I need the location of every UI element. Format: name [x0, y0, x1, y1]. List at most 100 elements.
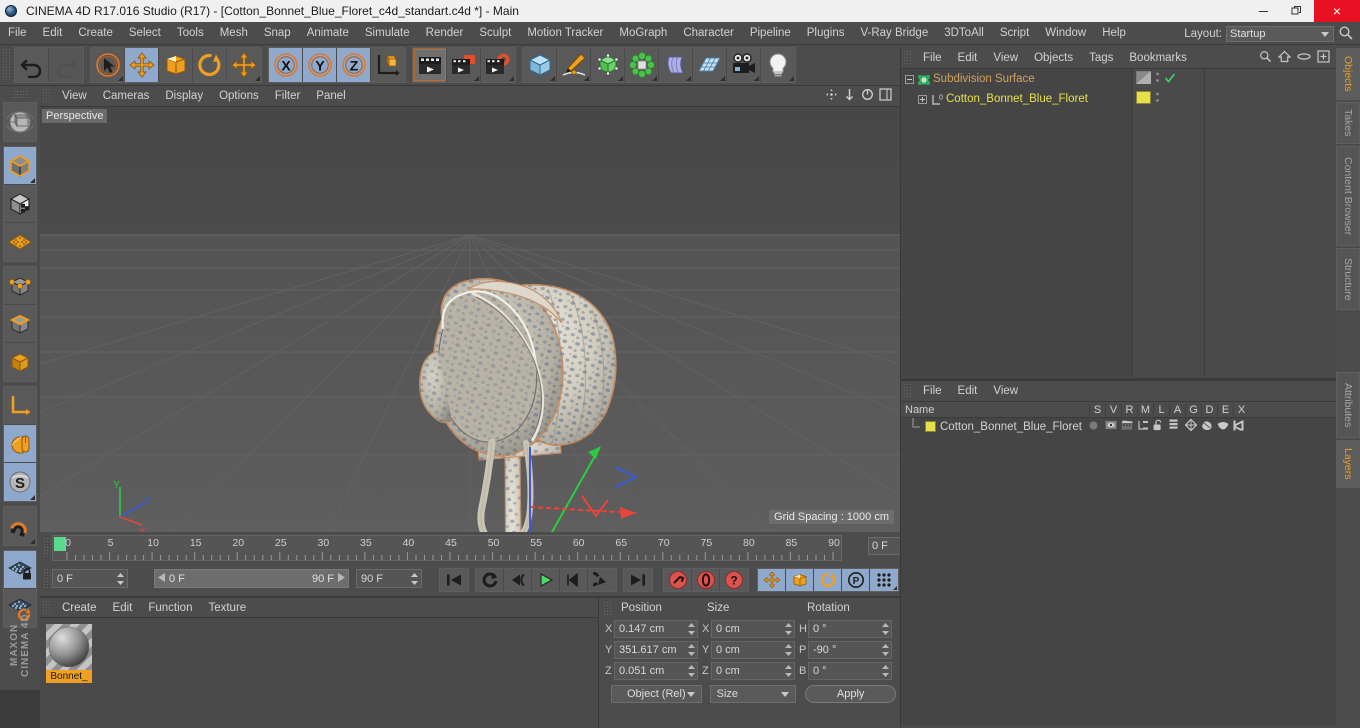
- menu-item-select[interactable]: Select: [121, 22, 169, 45]
- apply-button[interactable]: Apply: [805, 685, 896, 703]
- material-item[interactable]: Bonnet_: [46, 624, 92, 683]
- object-menu-objects[interactable]: Objects: [1026, 48, 1081, 69]
- deformer-icon[interactable]: [1201, 420, 1217, 434]
- menu-item-3dtoall[interactable]: 3DToAll: [936, 22, 992, 45]
- xref-icon[interactable]: [1233, 420, 1249, 434]
- menu-item-vray-bridge[interactable]: V-Ray Bridge: [852, 22, 936, 45]
- render-clapper-icon[interactable]: [1121, 420, 1137, 434]
- add-layer-icon[interactable]: [1317, 50, 1330, 66]
- key-parameter-icon[interactable]: P: [842, 569, 870, 591]
- coord-position-z-field[interactable]: 0.051 cm: [614, 662, 698, 680]
- coord-rotation-b-field[interactable]: 0 °: [808, 662, 892, 680]
- menu-item-render[interactable]: Render: [418, 22, 472, 45]
- object-layer-column[interactable]: [1205, 69, 1337, 377]
- vtab-attributes[interactable]: Attributes: [1336, 372, 1360, 438]
- object-row-subdivision-surface[interactable]: Subdivision Surface: [901, 69, 1132, 89]
- layer-col-s[interactable]: S: [1089, 403, 1105, 416]
- pen-spline-icon[interactable]: [557, 48, 591, 82]
- layer-col-g[interactable]: G: [1185, 403, 1201, 416]
- generator-icon[interactable]: [1184, 418, 1201, 434]
- material-manager-body[interactable]: Bonnet_: [40, 618, 598, 728]
- menu-item-help[interactable]: Help: [1094, 22, 1134, 45]
- material-menu-texture[interactable]: Texture: [200, 598, 254, 618]
- toolbar-grip[interactable]: [2, 48, 12, 82]
- viewport-3d[interactable]: Perspective Grid Spacing : 1000 cm Y Z: [40, 107, 900, 532]
- go-to-start-icon[interactable]: [440, 569, 468, 591]
- zoom-camera-icon[interactable]: [843, 88, 856, 104]
- layer-manager-grip[interactable]: [903, 383, 913, 399]
- mograph-cloner-icon[interactable]: [625, 48, 659, 82]
- vtab-takes[interactable]: Takes: [1336, 102, 1360, 144]
- layer-menu-edit[interactable]: Edit: [950, 381, 986, 402]
- panel-layout-icon[interactable]: [879, 88, 892, 104]
- menu-item-script[interactable]: Script: [992, 22, 1037, 45]
- polygons-mode-icon[interactable]: [4, 343, 36, 381]
- keyframe-selection-icon[interactable]: ?: [720, 569, 748, 591]
- rotate-icon[interactable]: [193, 48, 227, 82]
- range-left-arrow-icon[interactable]: [158, 572, 166, 585]
- menu-item-tools[interactable]: Tools: [169, 22, 212, 45]
- layer-col-m[interactable]: M: [1137, 403, 1153, 416]
- left-toolbar-grip[interactable]: [13, 90, 27, 98]
- magnet-icon[interactable]: [4, 507, 36, 545]
- viewport-menu-display[interactable]: Display: [157, 86, 211, 107]
- object-row-cotton-bonnet[interactable]: 0 Cotton_Bonnet_Blue_Floret: [901, 89, 1132, 109]
- menu-item-file[interactable]: File: [0, 22, 35, 45]
- close-button[interactable]: ×: [1314, 0, 1360, 22]
- layout-dropdown[interactable]: Startup: [1226, 25, 1334, 42]
- restore-button[interactable]: [1280, 0, 1314, 22]
- enable-axis-s-icon[interactable]: S: [4, 463, 36, 501]
- world-object-coord-icon[interactable]: [371, 48, 405, 82]
- coord-position-y-field[interactable]: 351.617 cm: [614, 641, 698, 659]
- move-camera-icon[interactable]: [825, 88, 838, 104]
- animation-start-field[interactable]: 0 F: [52, 569, 128, 588]
- menu-item-simulate[interactable]: Simulate: [357, 22, 418, 45]
- menu-item-motion-tracker[interactable]: Motion Tracker: [519, 22, 611, 45]
- layer-col-l[interactable]: L: [1153, 403, 1169, 416]
- menu-item-character[interactable]: Character: [675, 22, 742, 45]
- object-menu-tags[interactable]: Tags: [1081, 48, 1121, 69]
- texture-mode-icon[interactable]: [4, 185, 36, 223]
- object-manager-grip[interactable]: [903, 50, 913, 66]
- manager-tree-icon[interactable]: [1137, 420, 1153, 434]
- animation-bars-icon[interactable]: [1169, 419, 1185, 434]
- viewport-grip[interactable]: [42, 88, 52, 104]
- menu-item-animate[interactable]: Animate: [299, 22, 357, 45]
- home-icon[interactable]: [1277, 50, 1292, 66]
- view-eye-icon[interactable]: [1105, 420, 1121, 433]
- step-forward-icon[interactable]: [560, 569, 588, 591]
- edges-mode-icon[interactable]: [4, 305, 36, 343]
- layer-col-r[interactable]: R: [1121, 403, 1137, 416]
- menu-item-snap[interactable]: Snap: [256, 22, 299, 45]
- undo-icon[interactable]: [15, 48, 49, 82]
- render-to-picture-viewer-icon[interactable]: [447, 48, 481, 82]
- menu-item-sculpt[interactable]: Sculpt: [471, 22, 519, 45]
- lock-workplane-icon[interactable]: [4, 551, 36, 589]
- layer-row[interactable]: Cotton_Bonnet_Blue_Floret: [901, 418, 1336, 435]
- key-scale-icon[interactable]: [786, 569, 814, 591]
- layer-color-swatch[interactable]: [925, 421, 936, 432]
- menu-item-pipeline[interactable]: Pipeline: [742, 22, 799, 45]
- viewport-menu-options[interactable]: Options: [211, 86, 267, 107]
- menu-item-plugins[interactable]: Plugins: [799, 22, 853, 45]
- viewport-menu-filter[interactable]: Filter: [267, 86, 309, 107]
- range-right-arrow-icon[interactable]: [337, 572, 345, 585]
- search-icon[interactable]: [1338, 25, 1356, 43]
- select-live-icon[interactable]: [91, 48, 125, 82]
- layer-col-d[interactable]: D: [1201, 403, 1217, 416]
- coord-size-y-field[interactable]: 0 cm: [711, 641, 795, 659]
- layer-col-a[interactable]: A: [1169, 403, 1185, 416]
- layer-menu-file[interactable]: File: [915, 381, 950, 402]
- key-rotation-icon[interactable]: [814, 569, 842, 591]
- yellow-material-tag-icon[interactable]: [1136, 91, 1151, 107]
- tag-dots-icon[interactable]: [1155, 71, 1160, 87]
- x-axis-icon[interactable]: X: [269, 48, 303, 82]
- floor-environment-icon[interactable]: [693, 48, 727, 82]
- model-mode-icon[interactable]: [4, 147, 36, 185]
- scale-icon[interactable]: [159, 48, 193, 82]
- loop-play-icon[interactable]: [588, 569, 616, 591]
- step-back-icon[interactable]: [504, 569, 532, 591]
- rotate-camera-icon[interactable]: [861, 88, 874, 104]
- move-alt-icon[interactable]: [227, 48, 261, 82]
- menu-item-edit[interactable]: Edit: [35, 22, 71, 45]
